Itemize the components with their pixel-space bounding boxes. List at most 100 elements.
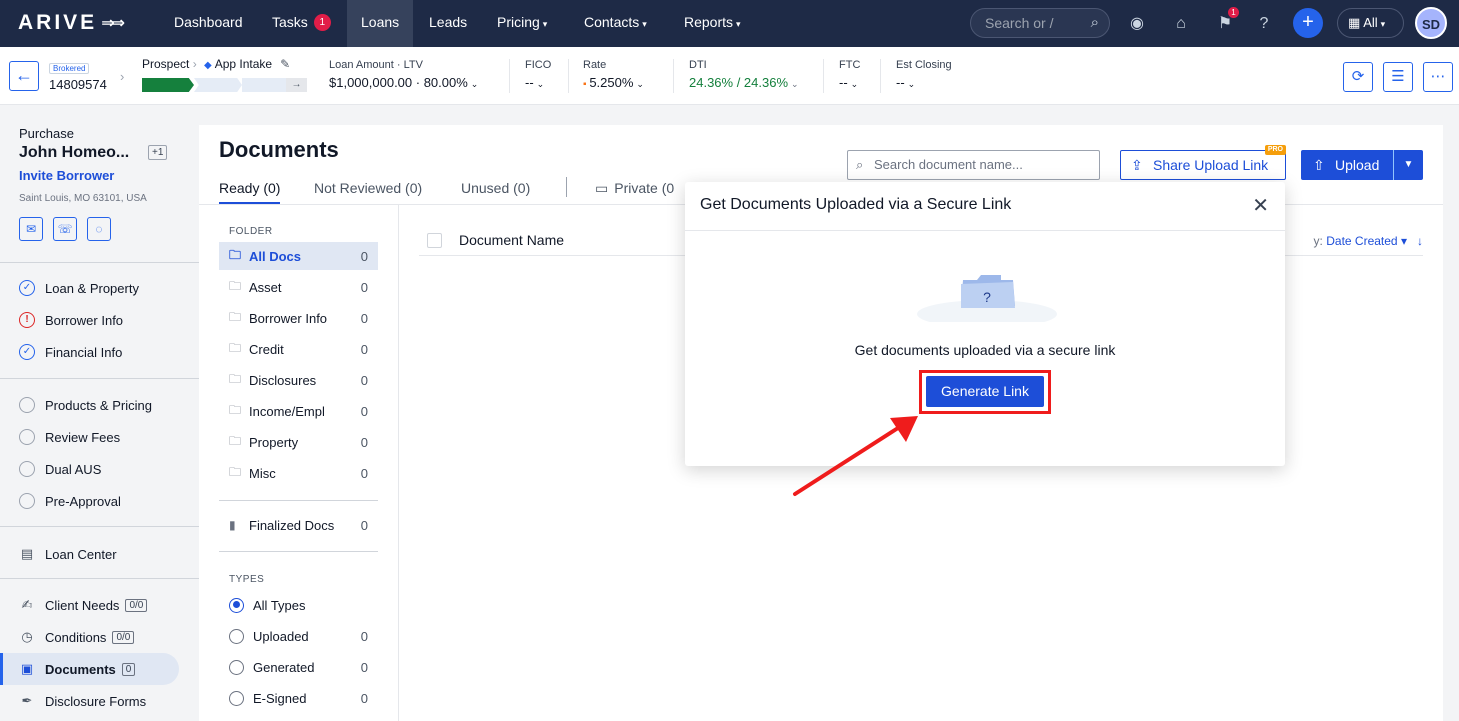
document-search-input[interactable]: ⌕ Search document name...	[847, 150, 1100, 180]
sidebar-item-pre-approval[interactable]: Pre-Approval	[0, 485, 179, 517]
invite-borrower-link[interactable]: Invite Borrower	[19, 168, 114, 183]
announcements-icon[interactable]: ⚑ 1	[1213, 7, 1239, 36]
upload-button[interactable]: ⇧ Upload ▼	[1301, 150, 1423, 180]
sidebar-item-review-fees[interactable]: Review Fees	[0, 421, 179, 453]
additional-borrowers-badge[interactable]: +1	[148, 145, 168, 160]
share-upload-link-button[interactable]: ⇪ Share Upload Link PRO	[1120, 145, 1286, 180]
nav-dashboard[interactable]: Dashboard	[160, 0, 257, 47]
folder-icon: 🗀	[229, 340, 242, 355]
folder-all-docs[interactable]: 🗀 All Docs 0	[219, 242, 378, 270]
folder-income-empl[interactable]: 🗀 Income/Empl 0	[219, 397, 378, 425]
select-all-checkbox[interactable]	[427, 233, 442, 248]
sidebar-item-documents[interactable]: ▣ Documents 0	[0, 653, 179, 685]
sidebar-item-disclosure-forms[interactable]: ✒ Disclosure Forms	[0, 685, 179, 717]
radio[interactable]	[229, 659, 244, 675]
folder-count: 0	[360, 372, 368, 388]
upload-dropdown-toggle[interactable]: ▼	[1393, 150, 1423, 180]
chat-icon: ☰	[1391, 68, 1405, 85]
nav-contacts[interactable]: Contacts ▾	[570, 0, 661, 47]
folder-credit[interactable]: 🗀 Credit 0	[219, 335, 378, 363]
nav-label: Loans	[361, 14, 400, 30]
divider	[219, 551, 378, 552]
count-badge: 0/0	[112, 630, 135, 644]
field-label: DTI	[689, 59, 707, 71]
back-button[interactable]: ←	[9, 61, 39, 91]
nav-loans[interactable]: Loans	[347, 0, 414, 47]
tab-not-reviewed[interactable]: Not Reviewed (0)	[314, 180, 422, 196]
more-options-button[interactable]: ⋯	[1423, 62, 1453, 92]
borrower-name[interactable]: John Homeo...	[19, 144, 129, 162]
type-uploaded[interactable]: Uploaded 0	[219, 622, 378, 650]
help-icon[interactable]: ?	[1252, 12, 1276, 36]
arive-logo[interactable]: ARIVE ⇒⇒	[18, 11, 125, 35]
sidebar-item-dual-aus[interactable]: Dual AUS	[0, 453, 179, 485]
comments-button[interactable]: ☰	[1383, 62, 1413, 92]
folder-misc[interactable]: 🗀 Misc 0	[219, 459, 378, 487]
caret-down-icon: ▾	[1400, 234, 1407, 248]
loan-sidebar: Purchase John Homeo... +1 Invite Borrowe…	[0, 105, 199, 721]
tab-ready[interactable]: Ready (0)	[219, 180, 281, 204]
arrow-right-icon[interactable]: →	[286, 78, 307, 92]
call-button[interactable]: ☏	[53, 217, 77, 241]
sidebar-item-borrower-info[interactable]: ! Borrower Info	[0, 304, 179, 336]
radio[interactable]	[229, 690, 244, 706]
folder-asset[interactable]: 🗀 Asset 0	[219, 273, 378, 301]
type-generated[interactable]: Generated 0	[219, 653, 378, 681]
search-placeholder: Search or /	[985, 15, 1054, 31]
est-closing-field[interactable]: Est Closing -- ⌄	[896, 59, 952, 90]
sidebar-item-loan-center[interactable]: ▤ Loan Center	[0, 538, 179, 570]
message-button[interactable]: ◌	[87, 217, 111, 241]
ftc-field[interactable]: FTC -- ⌄	[839, 59, 860, 90]
count-badge: 0	[121, 662, 136, 676]
pen-icon: ✒	[21, 693, 33, 708]
tab-private[interactable]: ▭ Private (0	[595, 180, 674, 197]
radio-selected[interactable]	[229, 597, 244, 613]
logo-text: ARIVE	[18, 11, 98, 34]
sidebar-item-financial-info[interactable]: ✓ Financial Info	[0, 336, 179, 368]
sidebar-item-label: Loan Center	[45, 546, 117, 562]
folder-borrower-info[interactable]: 🗀 Borrower Info 0	[219, 304, 378, 332]
global-search-input[interactable]: Search or / ⌕	[970, 8, 1110, 38]
folder-icon: 🗀	[229, 371, 242, 386]
stage-label: Prospect	[142, 57, 190, 71]
nav-reports[interactable]: Reports ▾	[670, 0, 755, 47]
folder-finalized-docs[interactable]: ▮ Finalized Docs 0	[219, 511, 378, 539]
sidebar-item-products-pricing[interactable]: Products & Pricing	[0, 389, 179, 421]
loan-stage[interactable]: Prospect › ◆ App Intake ✎	[142, 57, 290, 71]
fico-field[interactable]: FICO -- ⌄	[525, 59, 551, 90]
folder-count: 0	[360, 279, 368, 295]
question-mark: ?	[983, 289, 991, 305]
rate-field[interactable]: Rate ▪ 5.250% ⌄	[583, 59, 644, 90]
sidebar-item-client-needs[interactable]: ✍ Client Needs 0/0	[0, 589, 179, 621]
folder-count: 0	[360, 403, 368, 419]
diamond-icon: ◆	[204, 60, 212, 71]
tab-unused[interactable]: Unused (0)	[461, 180, 530, 196]
email-button[interactable]: ✉	[19, 217, 43, 241]
close-icon[interactable]: ✕	[1252, 193, 1269, 218]
folder-property[interactable]: 🗀 Property 0	[219, 428, 378, 456]
type-e-signed[interactable]: E-Signed 0	[219, 684, 378, 712]
sort-control[interactable]: y: Date Created ▾ ↓	[1314, 234, 1423, 248]
folder-count: 0	[360, 248, 368, 264]
dti-field[interactable]: DTI 24.36% / 24.36% ⌄	[689, 59, 799, 90]
nav-pricing[interactable]: Pricing ▾	[483, 0, 561, 47]
user-avatar[interactable]: SD	[1415, 7, 1447, 39]
broadcast-icon[interactable]: ◉	[1125, 12, 1149, 36]
nav-leads[interactable]: Leads	[415, 0, 481, 47]
type-all-types[interactable]: All Types	[219, 591, 378, 619]
create-new-button[interactable]: +	[1293, 8, 1323, 38]
type-label: All Types	[253, 597, 306, 613]
column-document-name[interactable]: Document Name	[459, 232, 564, 248]
edit-pencil-icon[interactable]: ✎	[280, 57, 290, 71]
refresh-button[interactable]: ⟳	[1343, 62, 1373, 92]
generate-link-button[interactable]: Generate Link	[926, 376, 1044, 407]
field-label: FTC	[839, 59, 861, 71]
sidebar-item-conditions[interactable]: ◷ Conditions 0/0	[0, 621, 179, 653]
radio[interactable]	[229, 628, 244, 644]
scope-select[interactable]: ▦ All ▾	[1337, 8, 1404, 38]
folder-disclosures[interactable]: 🗀 Disclosures 0	[219, 366, 378, 394]
sidebar-item-loan-property[interactable]: ✓ Loan & Property	[0, 272, 179, 304]
loan-amount-field[interactable]: Loan Amount · LTV $1,000,000.00 · 80.00% ⌄	[329, 59, 478, 90]
bank-icon[interactable]: ⌂	[1169, 12, 1193, 36]
nav-tasks[interactable]: Tasks 1	[258, 0, 345, 47]
